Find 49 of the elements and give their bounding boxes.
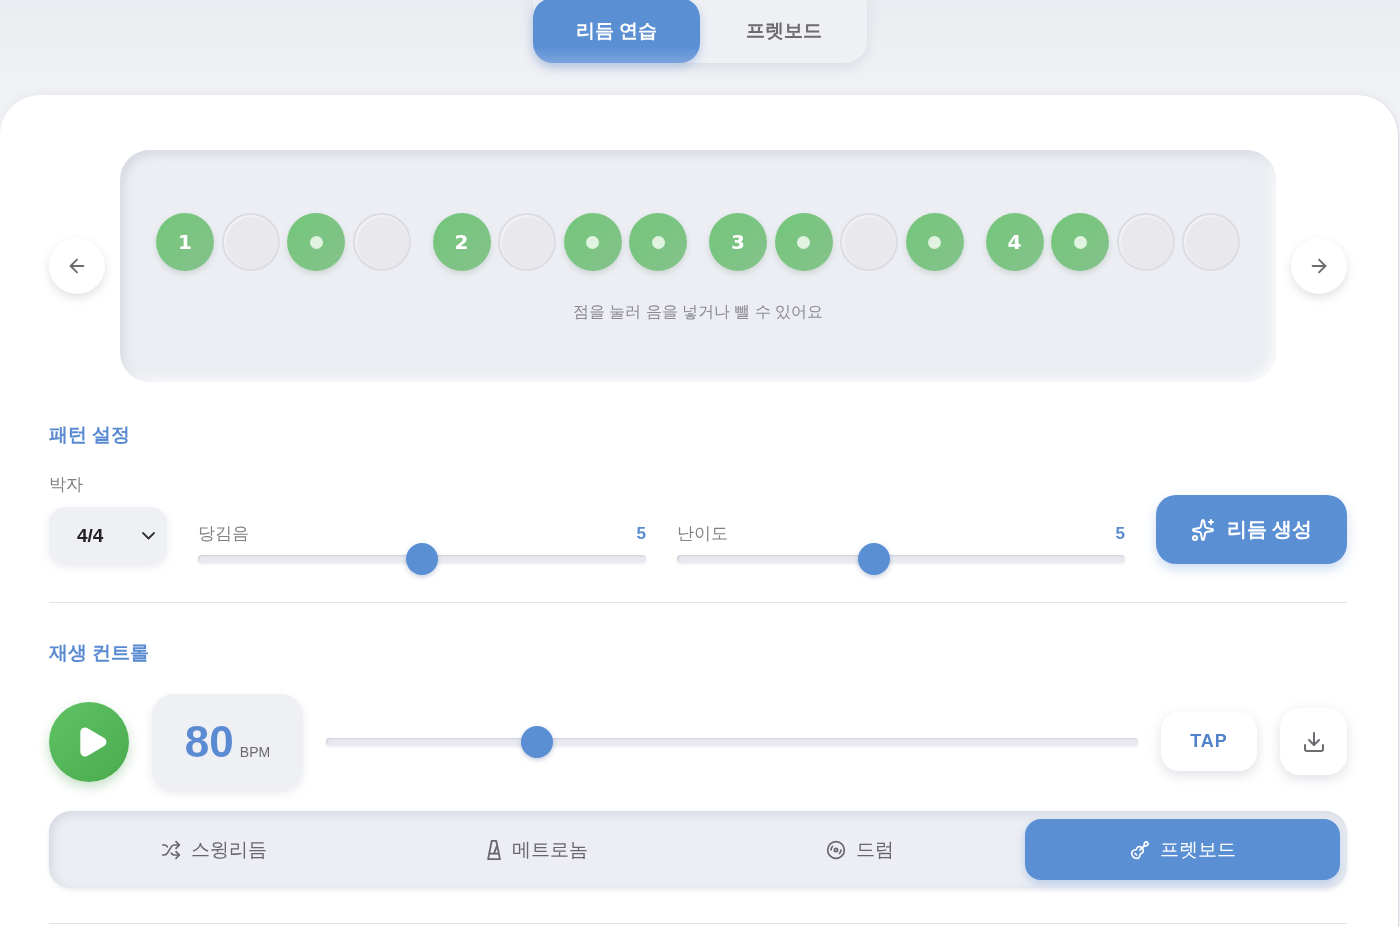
field-label: 박자 bbox=[49, 474, 83, 496]
step-toggle[interactable] bbox=[774, 213, 833, 271]
step-toggle[interactable]: 1 bbox=[156, 213, 214, 271]
step-toggle[interactable] bbox=[1051, 213, 1109, 271]
tempo-value: 80 bbox=[184, 716, 234, 767]
chevron-down-icon bbox=[142, 531, 155, 540]
tap-button[interactable]: TAP bbox=[1161, 712, 1257, 771]
step-toggle[interactable] bbox=[563, 213, 622, 271]
slider-thumb[interactable] bbox=[406, 542, 438, 575]
next-button[interactable] bbox=[1291, 238, 1347, 294]
step-toggle[interactable]: 3 bbox=[709, 213, 767, 271]
slider-thumb[interactable] bbox=[858, 542, 891, 575]
dot-icon bbox=[928, 235, 941, 249]
step-toggle[interactable]: 4 bbox=[985, 213, 1044, 271]
dot-icon bbox=[1073, 235, 1087, 249]
step-toggle[interactable] bbox=[629, 213, 687, 271]
mode-tab[interactable]: 스윙리듬 bbox=[56, 819, 371, 880]
dot-icon bbox=[586, 235, 599, 249]
step-toggle[interactable] bbox=[905, 213, 964, 271]
metronome-icon bbox=[485, 839, 502, 860]
disc-icon bbox=[825, 839, 846, 860]
slider-thumb[interactable] bbox=[521, 725, 554, 758]
mode-tab[interactable]: 프렛보드 bbox=[1025, 819, 1340, 880]
mode-tab[interactable]: 드럼 bbox=[702, 819, 1017, 880]
shuffle-icon bbox=[160, 839, 181, 860]
guitar-icon bbox=[1129, 839, 1150, 860]
hint-text: 점을 눌러 음을 넣거나 뺄 수 있어요 bbox=[572, 302, 824, 322]
generate-button[interactable]: 리듬 생성 bbox=[1156, 495, 1347, 564]
dot-icon bbox=[797, 235, 810, 249]
time-signature-select[interactable]: 4/4 bbox=[49, 507, 167, 564]
tempo-unit: BPM bbox=[239, 743, 271, 760]
mode-tab[interactable]: 메트로놈 bbox=[379, 819, 694, 880]
dot-icon bbox=[309, 235, 323, 249]
dot-icon bbox=[651, 235, 665, 249]
slider-value: 5 bbox=[636, 523, 646, 545]
download-button[interactable] bbox=[1280, 708, 1347, 775]
previous-button[interactable] bbox=[49, 238, 105, 294]
play-button[interactable] bbox=[49, 701, 129, 782]
section-title: 재생 컨트롤 bbox=[49, 642, 150, 664]
slider-value: 5 bbox=[1115, 523, 1125, 545]
step-toggle[interactable]: 2 bbox=[432, 213, 491, 271]
slider-label: 난이도 bbox=[677, 523, 728, 545]
section-title: 패턴 설정 bbox=[49, 424, 131, 446]
step-toggle[interactable] bbox=[287, 213, 345, 271]
page-tab[interactable]: 리듬 연습 bbox=[533, 0, 700, 63]
sparkle-icon bbox=[1190, 517, 1215, 542]
download-icon bbox=[1301, 729, 1326, 754]
page-tab[interactable]: 프렛보드 bbox=[700, 0, 867, 63]
slider-label: 당김음 bbox=[198, 523, 249, 545]
